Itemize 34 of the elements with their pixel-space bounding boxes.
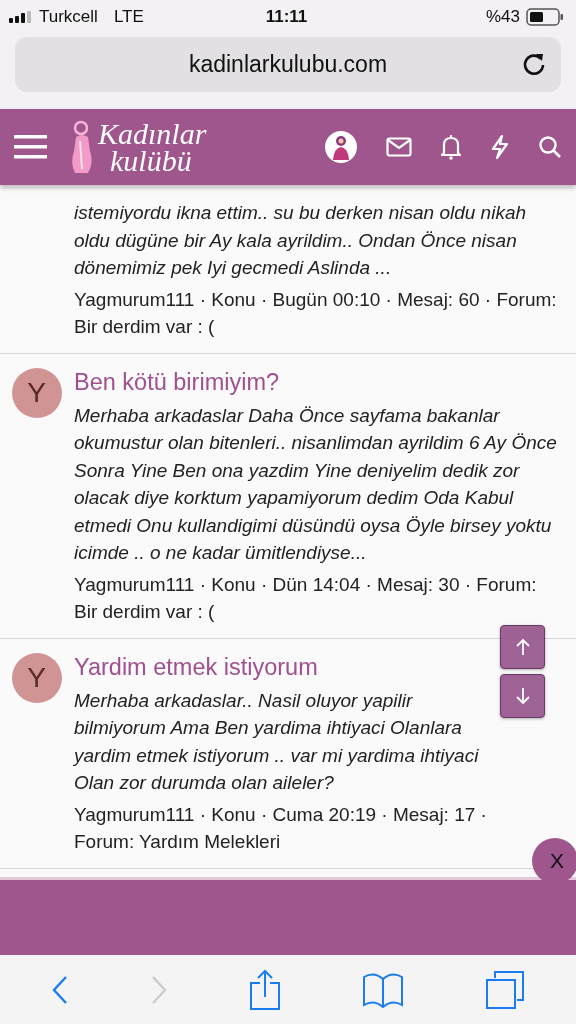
carrier-name: Turkcell xyxy=(39,7,98,27)
post-meta: Yagmurum111 · Konu · Dün 14:04 · Mesaj: 30 · Forum: Bir derdim var : ( xyxy=(74,572,538,624)
arrow-up-icon xyxy=(514,638,531,656)
tabs-icon[interactable] xyxy=(485,969,526,1010)
post-meta: Yagmurum111 · Konu · Cuma 20:19 · Mesaj: 17 · Forum: Yardım Melekleri xyxy=(74,802,488,854)
battery-icon xyxy=(526,8,564,26)
user-avatar[interactable]: Y xyxy=(11,652,62,703)
battery-percent: %43 xyxy=(485,7,520,27)
menu-icon[interactable] xyxy=(14,133,48,161)
user-avatar[interactable] xyxy=(324,130,358,164)
thread-title[interactable]: Yardim etmek istiyorum xyxy=(74,650,496,683)
search-icon[interactable] xyxy=(538,135,562,159)
share-icon[interactable] xyxy=(248,968,281,1011)
book-icon[interactable] xyxy=(362,970,405,1009)
post-excerpt: Merhaba arkadaslar.. Nasil oluyor yapilir bilmiyorum Ama Ben yardima ihtiyaci Olanlara yardim etmek istiyorum .. var mi yardima ihtiyaci Olan zor durumda olan aileler? xyxy=(74,688,480,795)
bell-icon[interactable] xyxy=(440,134,462,160)
logo-text[interactable]: Kadınlar xyxy=(98,120,207,147)
arrow-down-icon xyxy=(514,687,531,705)
post-meta: Yagmurum111 · Konu · Bugün 00:10 · Mesaj: 60 · Forum: Bir derdim var : ( xyxy=(74,287,558,339)
post-excerpt: istemiyordu ikna ettim.. su bu derken nisan oldu nikah oldu dügüne bir Ay kala ayrildim.. Ondan Önce nisan dönemimiz pek Iyi gecmedi Aslinda ... xyxy=(74,201,528,280)
scroll-down-button[interactable] xyxy=(500,674,545,718)
mail-icon[interactable] xyxy=(386,137,412,157)
post-excerpt: Merhaba arkadaslar Daha Önce sayfama bakanlar okumustur olan bitenleri.. nisanlimdan ayrildim 6 Ay Önce Sonra Yine Ben ona yazdim Yine deniyelim dedik zor olacak diye korktum yapamiyorum dedim Oda Kabul etmedi Onu kullandigimi düsündü oysa Öyle birsey yoktu icimde .. o ne kadar ümitlendiyse... xyxy=(74,403,558,565)
clock-time: 11:11 xyxy=(265,7,308,27)
lightning-icon[interactable] xyxy=(490,134,510,160)
logo-text[interactable]: kulübü xyxy=(110,147,207,174)
back-icon[interactable] xyxy=(50,974,69,1005)
signal-icon xyxy=(9,11,33,23)
address-bar[interactable]: kadinlarkulubu.com xyxy=(15,37,561,92)
reload-icon[interactable] xyxy=(521,51,547,77)
thread-title[interactable]: Ben kötü birimiyim? xyxy=(74,365,564,398)
user-avatar[interactable]: Y xyxy=(11,367,62,418)
scroll-up-button[interactable] xyxy=(500,625,545,669)
network-type: LTE xyxy=(113,7,144,27)
